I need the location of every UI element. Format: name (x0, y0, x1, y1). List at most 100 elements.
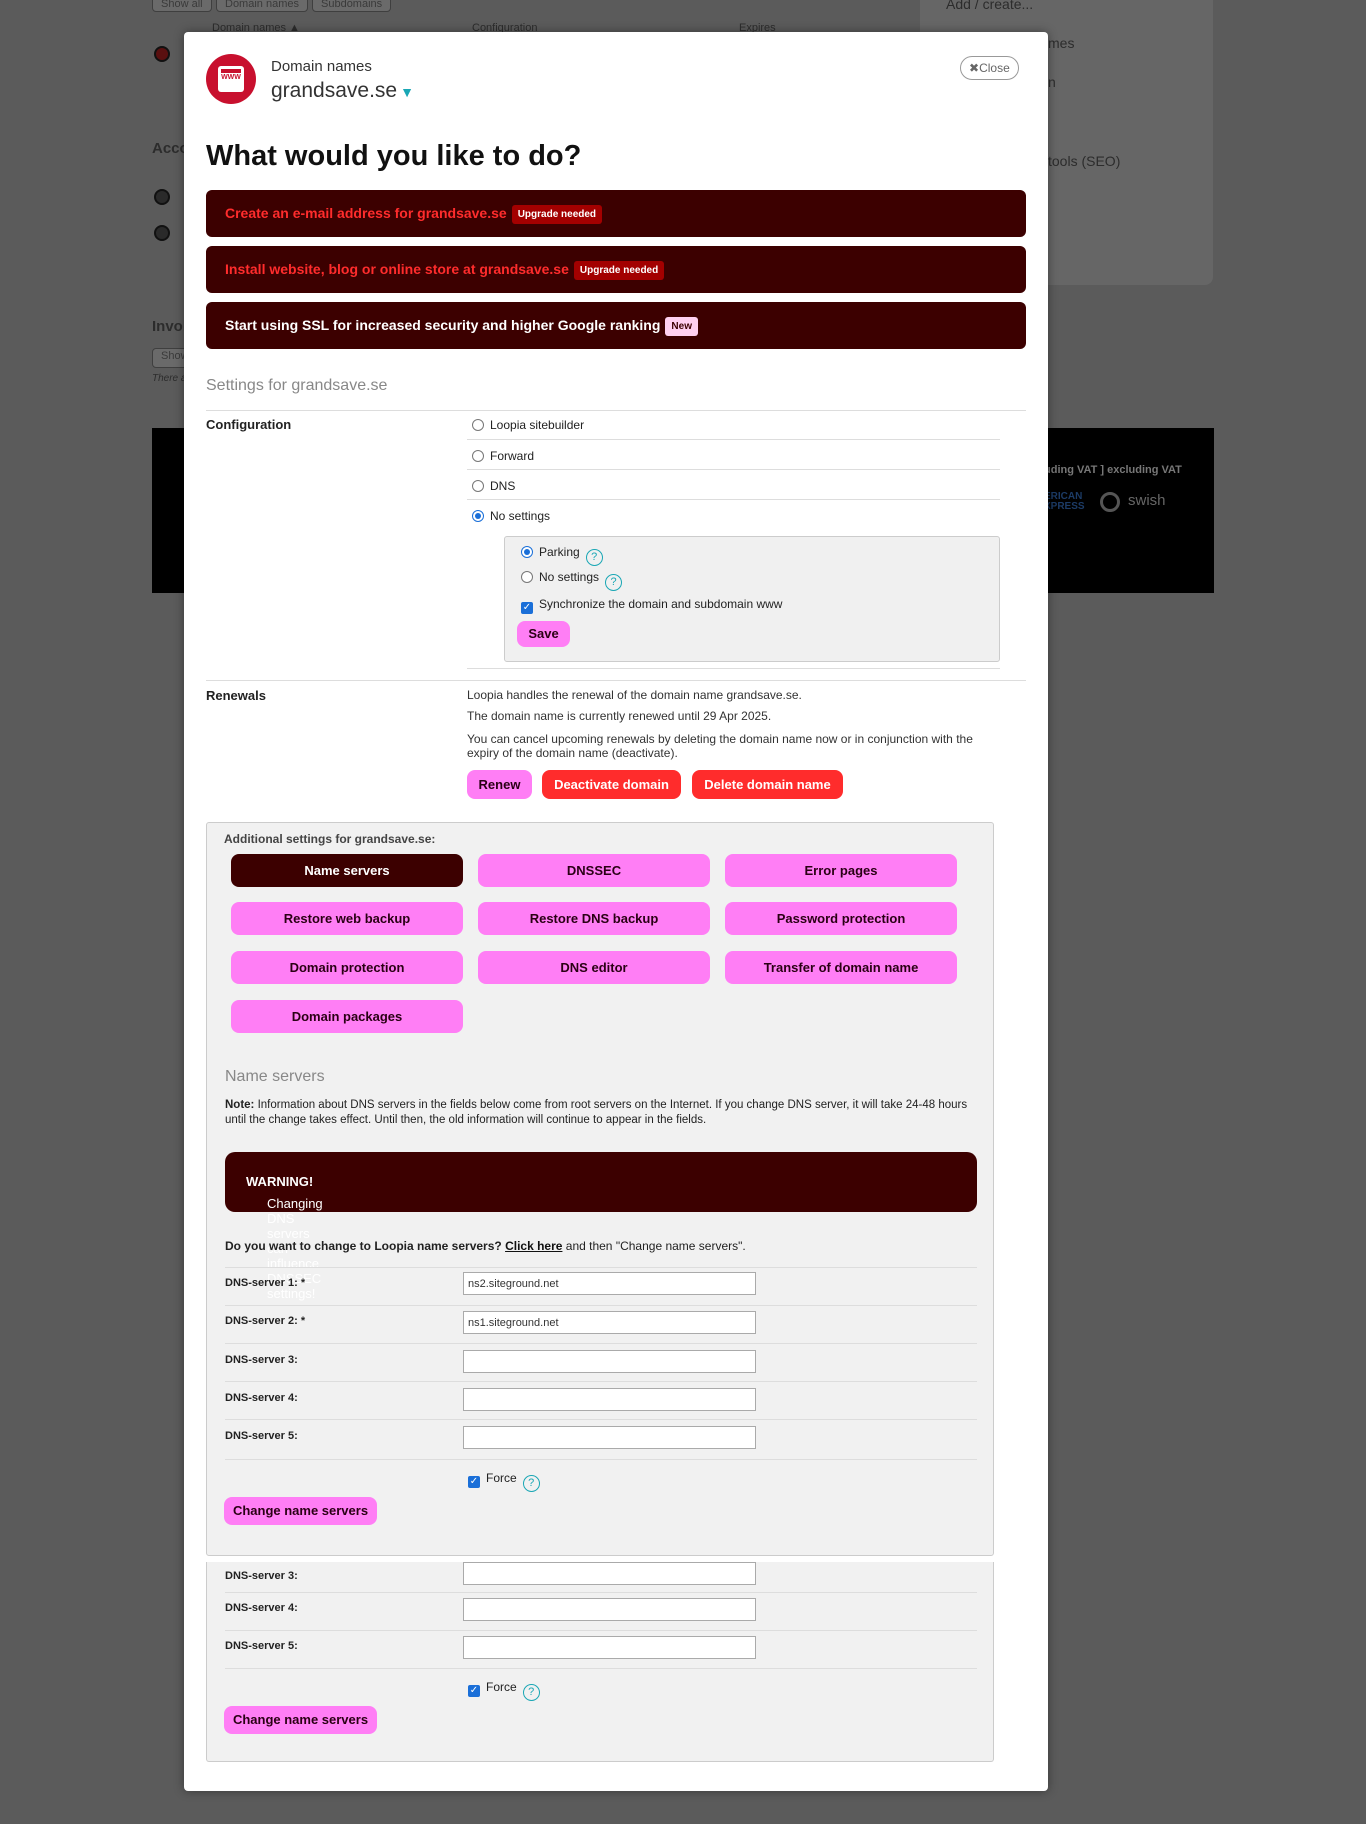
radio-forward[interactable]: Forward (472, 449, 534, 463)
dns-server-3-input[interactable] (463, 1562, 756, 1585)
dns-server-5-label: DNS-server 5: (225, 1430, 298, 1442)
force-checkbox[interactable]: ✓ Force? (468, 1471, 540, 1492)
radio-loopia-sitebuilder[interactable]: Loopia sitebuilder (472, 418, 584, 432)
ssl-action[interactable]: Start using SSL for increased security a… (206, 302, 1026, 349)
renewal-text-3: You can cancel upcoming renewals by dele… (467, 732, 973, 746)
no-settings-suboptions: Parking? No settings? ✓ Synchronize the d… (504, 536, 1000, 662)
transfer-domain-button[interactable]: Transfer of domain name (725, 951, 957, 984)
dns-server-2-input[interactable] (463, 1311, 756, 1334)
sync-www-checkbox[interactable]: ✓ Synchronize the domain and subdomain ww… (521, 597, 782, 614)
dns-server-4-input[interactable] (463, 1598, 756, 1621)
close-button[interactable]: ✖Close (960, 56, 1019, 80)
help-icon[interactable]: ? (585, 549, 603, 566)
additional-settings-panel: Additional settings for grandsave.se: Na… (206, 822, 994, 1556)
restore-dns-backup-button[interactable]: Restore DNS backup (478, 902, 710, 935)
dns-server-1-label: DNS-server 1: * (225, 1277, 306, 1289)
name-servers-note: Note: Information about DNS servers in t… (225, 1099, 968, 1126)
additional-settings-title: Additional settings for grandsave.se: (224, 832, 436, 846)
dns-server-2-label: DNS-server 2: * (225, 1315, 306, 1327)
change-name-servers-button[interactable]: Change name servers (224, 1497, 377, 1525)
divider (467, 499, 1000, 500)
dns-server-3-label: DNS-server 3: (225, 1570, 298, 1582)
help-icon[interactable]: ? (605, 574, 623, 591)
bg-add-create: Add / create... (946, 0, 1034, 12)
create-email-action[interactable]: Create an e-mail address for grandsave.s… (206, 190, 1026, 237)
bg-domain-icon (154, 46, 170, 62)
divider (206, 680, 1026, 681)
divider (225, 1267, 977, 1268)
upgrade-badge: Upgrade needed (573, 261, 665, 280)
name-servers-button[interactable]: Name servers (231, 854, 463, 887)
radio-no-settings[interactable]: No settings (472, 509, 550, 523)
dns-server-4-label: DNS-server 4: (225, 1602, 298, 1614)
click-here-link[interactable]: Click here (505, 1239, 562, 1253)
renewals-label: Renewals (206, 688, 266, 703)
domain-protection-button[interactable]: Domain protection (231, 951, 463, 984)
renewal-text-4: expiry of the domain name (deactivate). (467, 746, 678, 760)
radio-dns[interactable]: DNS (472, 479, 515, 493)
bg-subdomains-button: Subdomains (312, 0, 392, 12)
dnssec-warning: WARNING! Changing DNS servers can influe… (225, 1152, 977, 1301)
domain-selector[interactable]: grandsave.se ▼ (271, 79, 414, 103)
new-badge: New (665, 317, 698, 336)
bg-cart-icon (154, 225, 170, 241)
divider (225, 1343, 977, 1344)
divider (225, 1419, 977, 1420)
radio-parking[interactable]: Parking? (521, 545, 603, 566)
dns-server-3-input[interactable] (463, 1350, 756, 1373)
help-icon[interactable]: ? (522, 1684, 540, 1701)
renew-button[interactable]: Renew (467, 770, 532, 799)
modal-subtitle: Domain names (271, 58, 372, 75)
domain-name: grandsave.se (271, 79, 398, 102)
name-servers-duplicate: DNS-server 3: DNS-server 4: DNS-server 5… (206, 1562, 994, 1762)
renewal-text-2: The domain name is currently renewed unt… (467, 709, 772, 723)
divider (225, 1668, 977, 1669)
restore-web-backup-button[interactable]: Restore web backup (231, 902, 463, 935)
dns-server-1-input[interactable] (463, 1272, 756, 1295)
domain-packages-button[interactable]: Domain packages (231, 1000, 463, 1033)
bg-right-item: tools (SEO) (1048, 153, 1121, 169)
bg-domain-names-button: Domain names (216, 0, 308, 12)
bg-there-text: There a (152, 373, 187, 384)
delete-domain-button[interactable]: Delete domain name (692, 770, 843, 799)
force-checkbox[interactable]: ✓ Force? (468, 1680, 540, 1701)
radio-sub-no-settings[interactable]: No settings? (521, 570, 623, 591)
dns-server-5-label: DNS-server 5: (225, 1640, 298, 1652)
divider (225, 1630, 977, 1631)
save-button[interactable]: Save (517, 621, 570, 647)
dns-editor-button[interactable]: DNS editor (478, 951, 710, 984)
divider (467, 668, 1000, 669)
divider (225, 1592, 977, 1593)
close-icon: ✖ (969, 61, 980, 75)
caret-down-icon[interactable]: ▼ (400, 84, 414, 100)
password-protection-button[interactable]: Password protection (725, 902, 957, 935)
loopia-ns-question: Do you want to change to Loopia name ser… (225, 1239, 746, 1253)
dns-server-3-label: DNS-server 3: (225, 1354, 298, 1366)
bg-swish-icon (1100, 492, 1120, 512)
error-pages-button[interactable]: Error pages (725, 854, 957, 887)
install-website-action[interactable]: Install website, blog or online store at… (206, 246, 1026, 293)
help-icon[interactable]: ? (522, 1475, 540, 1492)
change-name-servers-button[interactable]: Change name servers (224, 1706, 377, 1734)
configuration-label: Configuration (206, 417, 292, 432)
modal-title: What would you like to do? (206, 140, 582, 172)
dns-server-5-input[interactable] (463, 1426, 756, 1449)
domain-modal: WWW Domain names grandsave.se ▼ ✖Close Wh… (184, 32, 1048, 1791)
dns-server-4-label: DNS-server 4: (225, 1392, 298, 1404)
bg-show-all-button: Show all (152, 0, 212, 12)
divider (225, 1459, 977, 1460)
bg-section-invo: Invol (152, 318, 188, 335)
www-domain-icon: WWW (206, 54, 256, 104)
divider (467, 469, 1000, 470)
dns-server-4-input[interactable] (463, 1388, 756, 1411)
dns-server-5-input[interactable] (463, 1636, 756, 1659)
settings-title: Settings for grandsave.se (206, 377, 388, 394)
dnssec-button[interactable]: DNSSEC (478, 854, 710, 887)
divider (206, 410, 1026, 411)
bg-vat-text: uding VAT ] excluding VAT (1044, 464, 1182, 476)
deactivate-domain-button[interactable]: Deactivate domain (542, 770, 681, 799)
divider (467, 439, 1000, 440)
divider (225, 1381, 977, 1382)
bg-right-item: mes (1048, 35, 1075, 51)
bg-swish-text: swish (1128, 492, 1166, 509)
